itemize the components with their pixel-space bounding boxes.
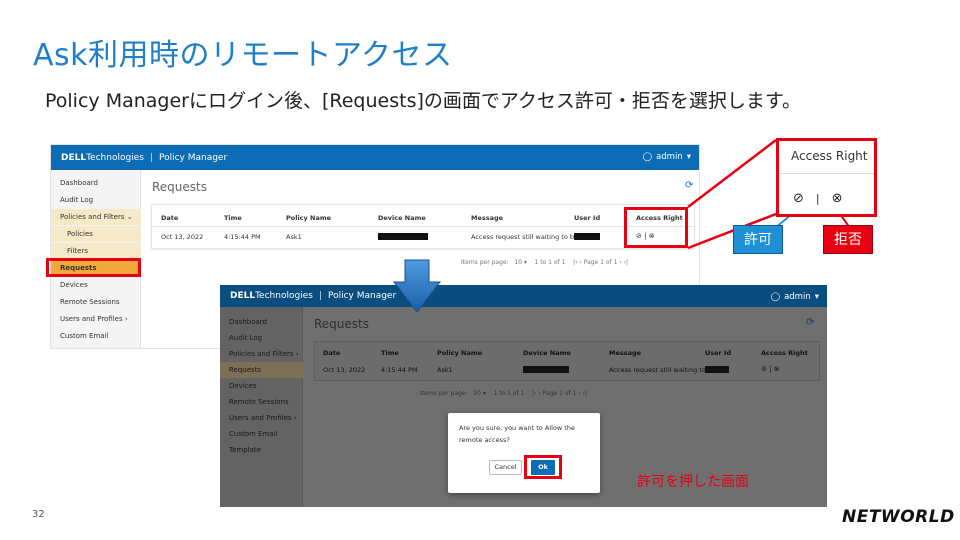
- sidebar-item-custom-email[interactable]: Custom Email Template: [220, 426, 303, 454]
- col-time: Time: [381, 349, 399, 357]
- items-per-page-select[interactable]: 10 ▾: [473, 390, 486, 397]
- col-access: Access Right: [761, 349, 808, 357]
- sidebar-item-remote-sessions[interactable]: Remote Sessions: [220, 394, 303, 410]
- sidebar-item-users-profiles[interactable]: Users and Profiles ›: [220, 410, 303, 426]
- sidebar-item-devices[interactable]: Devices: [220, 378, 303, 394]
- user-menu[interactable]: ◯ admin ▾: [771, 292, 819, 302]
- sidebar-item-dashboard[interactable]: Dashboard: [220, 314, 303, 330]
- dialog-message: Are you sure, you want to Allow the remo…: [459, 424, 575, 444]
- networld-logo: NETWORLD: [842, 507, 955, 527]
- access-right-zoom: Access Right ⊘ | ⊗: [776, 138, 877, 217]
- allow-icon[interactable]: ⊘: [793, 191, 804, 206]
- deny-icon[interactable]: ⊗: [832, 191, 843, 206]
- down-arrow-icon: [392, 259, 442, 313]
- page-number: 32: [32, 509, 45, 520]
- prev-page-icon[interactable]: ‹: [538, 390, 540, 397]
- allow-icon[interactable]: ⊘: [761, 365, 767, 373]
- deny-badge: 拒否: [823, 225, 873, 254]
- confirm-dialog: Are you sure, you want to Allow the remo…: [448, 413, 600, 493]
- redacted-device: [523, 366, 569, 373]
- col-user: User Id: [705, 349, 732, 357]
- cell-date: Oct 13, 2022: [323, 366, 366, 374]
- first-page-icon[interactable]: |‹: [532, 390, 536, 397]
- requests-table: Date Time Policy Name Device Name Messag…: [314, 341, 820, 381]
- sidebar-item-policies-filters[interactable]: Policies and Filters ›: [220, 346, 303, 362]
- page-title: Requests: [314, 317, 369, 331]
- dell-logo: DELLTechnologies: [230, 291, 313, 301]
- user-icon: ◯: [770, 292, 781, 302]
- redacted-user: [705, 366, 729, 373]
- last-page-icon[interactable]: ›|: [583, 390, 587, 397]
- col-date: Date: [323, 349, 341, 357]
- chevron-down-icon: ▾: [814, 292, 819, 302]
- product-name: Policy Manager: [327, 291, 397, 301]
- zoom-title: Access Right: [791, 149, 868, 163]
- caption: 許可を押した画面: [637, 474, 749, 490]
- sidebar-item-audit-log[interactable]: Audit Log: [220, 330, 303, 346]
- refresh-icon[interactable]: ⟳: [806, 317, 814, 328]
- chevron-right-icon: ›: [295, 350, 299, 358]
- sidebar-item-requests[interactable]: Requests: [220, 362, 303, 378]
- next-page-icon[interactable]: ›: [578, 390, 580, 397]
- cell-time: 4:15:44 PM: [381, 366, 418, 374]
- cell-policy: Ask1: [437, 366, 453, 374]
- sidebar: Dashboard Audit Log Policies and Filters…: [220, 307, 303, 507]
- allow-badge: 許可: [733, 225, 783, 254]
- access-actions: ⊘ | ⊗: [761, 365, 780, 373]
- app-header: DELLTechnologies | Policy Manager ◯ admin…: [220, 285, 827, 307]
- highlight-ok-button: [524, 455, 562, 479]
- col-policy: Policy Name: [437, 349, 483, 357]
- col-device: Device Name: [523, 349, 571, 357]
- chevron-right-icon: ›: [293, 414, 297, 422]
- col-message: Message: [609, 349, 642, 357]
- deny-icon[interactable]: ⊗: [774, 365, 780, 373]
- cell-message: Access request still waiting to b...: [609, 366, 719, 374]
- pagination: Items per page: 10 ▾ 1 to 1 of 1 |‹ ‹ Pa…: [420, 390, 588, 397]
- cancel-button[interactable]: Cancel: [489, 460, 522, 475]
